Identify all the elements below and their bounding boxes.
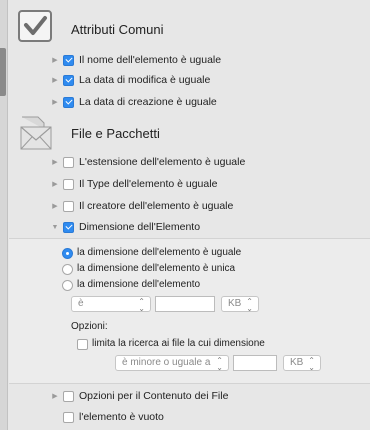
- item-empty-checkbox[interactable]: [63, 411, 74, 423]
- modified-date-label[interactable]: La data di modifica è uguale: [79, 74, 210, 86]
- sidebar-selection-marker: [0, 48, 6, 96]
- limit-comparator-value: è minore o uguale a: [122, 357, 211, 368]
- name-equal-checkbox[interactable]: [63, 54, 74, 66]
- disclosure-triangle-expanded-icon[interactable]: ▼: [50, 224, 60, 231]
- disclosure-triangle-icon[interactable]: ▶: [50, 180, 60, 188]
- limit-unit-popup[interactable]: KB ⌃ ⌄: [283, 355, 321, 372]
- limit-size-field[interactable]: [233, 355, 277, 371]
- item-empty-label[interactable]: l'elemento è vuoto: [79, 411, 164, 423]
- disclosure-triangle-icon[interactable]: ▶: [50, 392, 60, 400]
- options-panel: Attributi Comuni ▶ Il nome dell'elemento…: [9, 0, 370, 430]
- section-common-header: Attributi Comuni: [9, 8, 370, 44]
- files-item-extension[interactable]: ▶ L'estensione dell'elemento è uguale: [9, 152, 370, 172]
- section-files-title: File e Pacchetti: [71, 126, 160, 141]
- size-comparator-value: è: [78, 298, 84, 309]
- content-options-checkbox[interactable]: [63, 390, 74, 402]
- type-checkbox[interactable]: [63, 178, 74, 190]
- name-equal-label[interactable]: Il nome dell'elemento è uguale: [79, 54, 221, 66]
- disclosure-triangle-icon[interactable]: ▶: [50, 76, 60, 84]
- size-equal-label[interactable]: la dimensione dell'elemento è uguale: [77, 247, 241, 258]
- files-item-creator[interactable]: ▶ Il creatore dell'elemento è uguale: [9, 196, 370, 216]
- disclosure-triangle-icon[interactable]: ▶: [50, 202, 60, 210]
- updown-arrows-icon: ⌃ ⌄: [308, 356, 315, 372]
- options-label: Opzioni:: [71, 321, 108, 332]
- modified-date-checkbox[interactable]: [63, 74, 74, 86]
- creator-label[interactable]: Il creatore dell'elemento è uguale: [79, 200, 233, 212]
- updown-arrows-icon: ⌃ ⌄: [138, 297, 145, 313]
- content-item-empty[interactable]: l'elemento è vuoto: [9, 407, 370, 427]
- size-custom-radio[interactable]: [62, 280, 73, 291]
- common-item-created[interactable]: ▶ La data di creazione è uguale: [9, 92, 370, 112]
- section-files-header: File e Pacchetti: [9, 114, 370, 150]
- section-common-title: Attributi Comuni: [71, 22, 164, 37]
- envelope-file-icon: [20, 116, 52, 150]
- files-item-size[interactable]: ▼ Dimensione dell'Elemento: [9, 217, 370, 237]
- size-unique-radio[interactable]: [62, 264, 73, 275]
- files-item-type[interactable]: ▶ Il Type dell'elemento è uguale: [9, 174, 370, 194]
- disclosure-triangle-icon[interactable]: ▶: [50, 56, 60, 64]
- extension-checkbox[interactable]: [63, 156, 74, 168]
- content-options-label[interactable]: Opzioni per il Contenuto dei File: [79, 390, 228, 402]
- disclosure-triangle-icon[interactable]: ▶: [50, 98, 60, 106]
- updown-arrows-icon: ⌃ ⌄: [246, 297, 253, 313]
- limit-unit-value: KB: [290, 357, 304, 368]
- limit-search-label[interactable]: limita la ricerca ai file la cui dimensi…: [92, 338, 265, 349]
- size-unit-value: KB: [228, 298, 242, 309]
- sidebar-edge: [0, 0, 8, 430]
- created-date-label[interactable]: La data di creazione è uguale: [79, 96, 217, 108]
- content-item-options[interactable]: ▶ Opzioni per il Contenuto dei File: [9, 386, 370, 406]
- size-label[interactable]: Dimensione dell'Elemento: [79, 221, 200, 233]
- size-checkbox[interactable]: [63, 221, 74, 233]
- extension-label[interactable]: L'estensione dell'elemento è uguale: [79, 156, 245, 168]
- common-item-modified[interactable]: ▶ La data di modifica è uguale: [9, 70, 370, 90]
- common-item-name[interactable]: ▶ Il nome dell'elemento è uguale: [9, 50, 370, 70]
- type-label[interactable]: Il Type dell'elemento è uguale: [79, 178, 217, 190]
- size-custom-label[interactable]: la dimensione dell'elemento: [77, 279, 200, 290]
- size-comparator-popup[interactable]: è ⌃ ⌄: [71, 296, 151, 313]
- size-unique-label[interactable]: la dimensione dell'elemento è unica: [77, 263, 235, 274]
- limit-comparator-popup[interactable]: è minore o uguale a ⌃ ⌄: [115, 355, 229, 372]
- created-date-checkbox[interactable]: [63, 96, 74, 108]
- disclosure-triangle-icon[interactable]: ▶: [50, 158, 60, 166]
- size-value-field[interactable]: [155, 296, 215, 312]
- size-options-panel: la dimensione dell'elemento è uguale la …: [9, 238, 370, 384]
- limit-search-checkbox[interactable]: [77, 339, 88, 350]
- creator-checkbox[interactable]: [63, 200, 74, 212]
- checkmark-icon: [18, 10, 52, 42]
- size-unit-popup[interactable]: KB ⌃ ⌄: [221, 296, 259, 313]
- size-equal-radio[interactable]: [62, 248, 73, 259]
- updown-arrows-icon: ⌃ ⌄: [216, 356, 223, 372]
